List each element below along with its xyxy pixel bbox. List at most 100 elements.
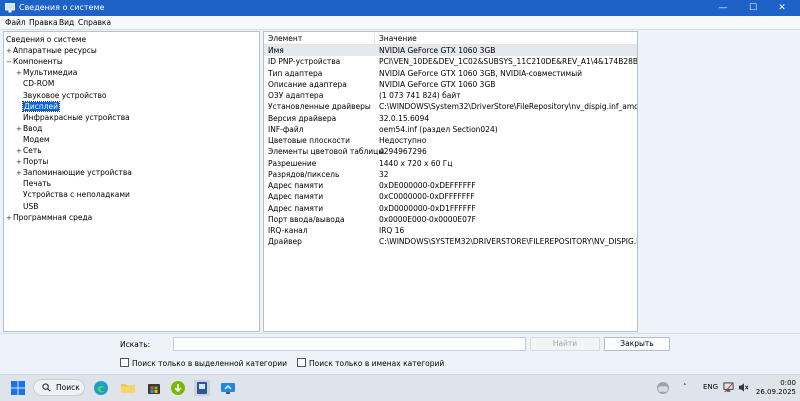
- tree-node-label[interactable]: Звуковое устройство: [23, 91, 106, 100]
- tree-node[interactable]: +Сеть: [16, 145, 42, 156]
- volume-muted-icon[interactable]: [738, 382, 749, 393]
- tree-node[interactable]: Инфракрасные устройства: [16, 112, 130, 123]
- tree-node-label[interactable]: Модем: [23, 135, 50, 144]
- system-info-app-icon: [5, 3, 15, 13]
- remote-desktop-icon[interactable]: [220, 380, 236, 396]
- row-value: 4294967296: [379, 147, 427, 157]
- row-value: oem54.inf (раздел Section024): [379, 124, 498, 134]
- tree-node[interactable]: Звуковое устройство: [16, 90, 106, 101]
- list-row[interactable]: Драйвер C:\WINDOWS\SYSTEM32\DRIVERSTORE\F…: [264, 236, 637, 247]
- list-row[interactable]: Адрес памяти 0xDE000000-0xDEFFFFFF: [264, 180, 637, 191]
- close-button[interactable]: Закрыть: [604, 337, 670, 351]
- tree-node[interactable]: Модем: [16, 134, 50, 145]
- tree-node-label[interactable]: Ввод: [23, 124, 42, 133]
- clock-time: 0:00: [780, 379, 796, 387]
- tree-node-label[interactable]: Печать: [23, 179, 51, 188]
- tree-node-label[interactable]: Устройства с неполадками: [23, 190, 130, 199]
- taskbar-clock[interactable]: 0:00 26.09.2025: [752, 379, 796, 397]
- title-bar[interactable]: Сведения о системе — ☐ ✕: [0, 0, 800, 16]
- row-value: 32.0.15.6094: [379, 113, 430, 123]
- store-icon[interactable]: [146, 380, 162, 396]
- row-element: Установленные драйверы: [268, 102, 371, 112]
- row-value: Недоступно: [379, 136, 427, 145]
- list-row[interactable]: Порт ввода/вывода 0x0000E000-0x0000E07F: [264, 214, 637, 225]
- tree-node-label[interactable]: CD-ROM: [23, 79, 54, 88]
- column-header-element[interactable]: Элемент: [268, 34, 302, 43]
- category-tree[interactable]: Сведения о системе +Аппаратные ресурсы −Ко…: [3, 31, 260, 332]
- list-row[interactable]: INF-файл oem54.inf (раздел Section024): [264, 124, 637, 135]
- tree-node[interactable]: Устройства с неполадками: [16, 189, 130, 200]
- column-header-value[interactable]: Значение: [379, 34, 417, 43]
- find-input[interactable]: [173, 337, 526, 351]
- tree-node[interactable]: −Компоненты: [6, 56, 63, 67]
- tree-expander-icon[interactable]: +: [6, 213, 13, 224]
- tree-node-label[interactable]: Инфракрасные устройства: [23, 113, 130, 122]
- list-row[interactable]: Имя NVIDIA GeForce GTX 1060 3GB: [264, 45, 637, 56]
- system-info-taskbar-icon[interactable]: [194, 380, 210, 396]
- tree-node-label[interactable]: Компоненты: [13, 57, 63, 66]
- list-row[interactable]: Разрешение 1440 x 720 x 60 Гц: [264, 158, 637, 169]
- input-language-indicator[interactable]: ENG: [703, 383, 718, 391]
- list-row[interactable]: Тип адаптера NVIDIA GeForce GTX 1060 3GB,…: [264, 68, 637, 79]
- network-icon[interactable]: [723, 382, 734, 393]
- list-row[interactable]: Адрес памяти 0xC0000000-0xDFFFFFFF: [264, 191, 637, 202]
- tree-node[interactable]: +Программная среда: [6, 212, 92, 223]
- menu-view[interactable]: Вид: [59, 18, 74, 27]
- checkbox-label: Поиск только в выделенной категории: [132, 359, 287, 368]
- tree-expander-icon[interactable]: −: [6, 57, 13, 68]
- search-category-names-checkbox[interactable]: Поиск только в именах категорий: [297, 358, 444, 368]
- tree-node[interactable]: +Мультимедиа: [16, 67, 77, 78]
- column-divider[interactable]: [374, 32, 375, 44]
- tree-node-label[interactable]: Мультимедиа: [23, 68, 77, 77]
- file-explorer-icon[interactable]: [120, 380, 136, 396]
- list-row[interactable]: IRQ-канал IRQ 16: [264, 225, 637, 236]
- background-area: [638, 31, 800, 332]
- torrent-app-icon[interactable]: [170, 380, 186, 396]
- taskbar-search[interactable]: Поиск: [33, 379, 85, 396]
- list-row[interactable]: Цветовые плоскости Недоступно: [264, 135, 637, 146]
- weather-cloud-icon[interactable]: [655, 380, 671, 396]
- list-row[interactable]: Адрес памяти 0xD0000000-0xD1FFFFFF: [264, 203, 637, 214]
- minimize-button[interactable]: —: [709, 0, 737, 16]
- row-element: Разрядов/пиксель: [268, 169, 340, 179]
- menu-help[interactable]: Справка: [78, 18, 111, 27]
- row-value: 0xD0000000-0xD1FFFFFF: [379, 203, 476, 213]
- tree-node-label[interactable]: Порты: [23, 157, 48, 166]
- tree-node[interactable]: USB: [16, 201, 38, 212]
- tree-node-label[interactable]: Запоминающие устройства: [23, 168, 132, 177]
- tree-node[interactable]: CD-ROM: [16, 78, 54, 89]
- row-element: Адрес памяти: [268, 181, 324, 190]
- tree-node-label[interactable]: Сведения о системе: [6, 35, 86, 44]
- tree-node-label[interactable]: Аппаратные ресурсы: [13, 46, 97, 55]
- details-list[interactable]: Элемент Значение Имя NVIDIA GeForce GTX 1…: [263, 31, 638, 332]
- tree-node-label[interactable]: Дисплей: [21, 100, 61, 112]
- list-row[interactable]: Разрядов/пиксель 32: [264, 169, 637, 180]
- tree-node[interactable]: +Ввод: [16, 123, 42, 134]
- tree-node[interactable]: Сведения о системе: [6, 34, 86, 45]
- tree-node-label[interactable]: USB: [23, 202, 38, 211]
- windows-start-icon[interactable]: [10, 380, 26, 396]
- edge-browser-icon[interactable]: [93, 380, 109, 396]
- menu-file[interactable]: Файл: [5, 18, 26, 27]
- tree-node-label[interactable]: Программная среда: [13, 213, 92, 222]
- find-button[interactable]: Найти: [530, 337, 600, 351]
- tree-node[interactable]: +Запоминающие устройства: [16, 167, 132, 178]
- list-row[interactable]: Описание адаптера NVIDIA GeForce GTX 1060…: [264, 79, 637, 90]
- list-row[interactable]: ID PNP-устройства PCI\VEN_10DE&DEV_1C02&S…: [264, 56, 637, 67]
- tree-node[interactable]: Дисплей: [16, 100, 61, 112]
- menu-edit[interactable]: Правка: [29, 18, 58, 27]
- close-window-button[interactable]: ✕: [768, 0, 796, 16]
- tree-node[interactable]: +Порты: [16, 156, 48, 167]
- tray-overflow-chevron-icon[interactable]: ˄: [683, 383, 687, 391]
- checkbox-box[interactable]: [120, 358, 129, 367]
- list-row[interactable]: Установленные драйверы C:\WINDOWS\System3…: [264, 101, 637, 112]
- tree-node[interactable]: +Аппаратные ресурсы: [6, 45, 97, 56]
- list-row[interactable]: Версия драйвера 32.0.15.6094: [264, 113, 637, 124]
- tree-node[interactable]: Печать: [16, 178, 51, 189]
- checkbox-box[interactable]: [297, 358, 306, 367]
- maximize-button[interactable]: ☐: [739, 0, 767, 16]
- list-row[interactable]: ОЗУ адаптера (1 073 741 824) байт: [264, 90, 637, 101]
- search-selected-category-checkbox[interactable]: Поиск только в выделенной категории: [120, 358, 287, 368]
- list-row[interactable]: Элементы цветовой таблицы 4294967296: [264, 146, 637, 157]
- tree-node-label[interactable]: Сеть: [23, 146, 42, 155]
